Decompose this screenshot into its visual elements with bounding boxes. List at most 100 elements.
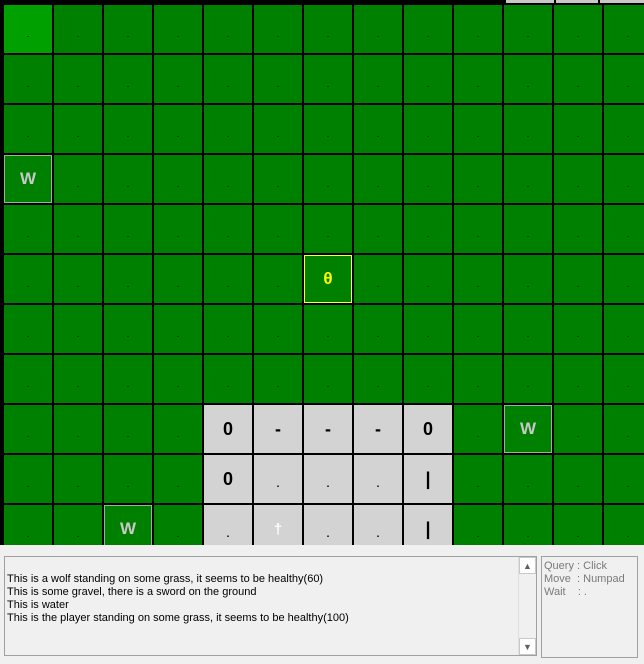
grass-tile[interactable]: . <box>154 105 202 153</box>
wolf-tile[interactable]: W <box>104 505 152 545</box>
grass-tile[interactable]: . <box>204 205 252 253</box>
grass-tile[interactable]: . <box>104 455 152 503</box>
grass-tile[interactable]: . <box>404 155 452 203</box>
grass-tile[interactable]: . <box>354 355 402 403</box>
grass-tile[interactable]: . <box>354 5 402 53</box>
gravel-tile[interactable]: . <box>304 455 352 503</box>
gravel-tile[interactable]: . <box>304 505 352 545</box>
grass-tile[interactable]: . <box>604 155 644 203</box>
grass-tile[interactable]: . <box>104 355 152 403</box>
grass-tile[interactable]: . <box>504 505 552 545</box>
grass-tile[interactable]: . <box>204 105 252 153</box>
grass-tile[interactable]: . <box>454 5 502 53</box>
grass-tile[interactable]: . <box>154 505 202 545</box>
grass-tile[interactable]: . <box>604 305 644 353</box>
grass-tile[interactable]: . <box>354 305 402 353</box>
gravel-wall-tile[interactable]: - <box>254 405 302 453</box>
grass-tile[interactable]: . <box>604 505 644 545</box>
grass-tile[interactable]: . <box>604 255 644 303</box>
gravel-tile[interactable]: . <box>204 505 252 545</box>
grass-tile[interactable]: . <box>104 105 152 153</box>
grass-tile[interactable]: . <box>204 155 252 203</box>
grass-tile[interactable]: . <box>454 255 502 303</box>
grass-tile[interactable]: . <box>204 355 252 403</box>
message-log[interactable]: This is a wolf standing on some grass, i… <box>4 556 537 656</box>
grass-tile[interactable]: . <box>4 105 52 153</box>
grass-tile[interactable]: . <box>254 305 302 353</box>
gravel-wall-tile[interactable]: - <box>354 405 402 453</box>
grass-tile[interactable]: . <box>554 55 602 103</box>
gravel-wall-tile[interactable]: | <box>404 455 452 503</box>
grass-tile[interactable]: . <box>554 405 602 453</box>
grass-tile[interactable]: . <box>504 55 552 103</box>
gravel-tile[interactable]: . <box>354 505 402 545</box>
grass-tile[interactable]: . <box>604 355 644 403</box>
grass-tile[interactable]: . <box>404 205 452 253</box>
grass-tile[interactable]: . <box>454 55 502 103</box>
grass-tile[interactable]: . <box>504 105 552 153</box>
grass-tile[interactable]: . <box>154 205 202 253</box>
grass-tile[interactable]: . <box>204 55 252 103</box>
grass-tile[interactable]: . <box>54 505 102 545</box>
grass-tile[interactable]: . <box>554 505 602 545</box>
grass-tile[interactable]: . <box>154 55 202 103</box>
grass-tile[interactable]: . <box>254 105 302 153</box>
grass-tile[interactable]: . <box>54 155 102 203</box>
grass-tile[interactable]: . <box>604 105 644 153</box>
gravel-tile[interactable]: . <box>254 455 302 503</box>
grass-tile[interactable]: . <box>454 405 502 453</box>
grass-tile[interactable]: . <box>604 405 644 453</box>
grass-tile[interactable]: . <box>4 505 52 545</box>
grass-tile[interactable]: . <box>554 5 602 53</box>
grass-tile[interactable]: . <box>54 205 102 253</box>
grass-tile[interactable]: . <box>404 355 452 403</box>
grass-tile[interactable]: . <box>604 5 644 53</box>
grass-tile[interactable]: . <box>504 5 552 53</box>
grass-tile[interactable]: . <box>354 155 402 203</box>
grass-tile[interactable]: . <box>154 255 202 303</box>
player-tile[interactable]: θ <box>304 255 352 303</box>
scroll-up-icon[interactable]: ▲ <box>519 557 536 574</box>
grass-tile[interactable]: . <box>454 505 502 545</box>
grass-tile[interactable]: . <box>504 155 552 203</box>
grass-tile[interactable]: . <box>254 205 302 253</box>
grass-tile[interactable]: . <box>4 305 52 353</box>
grass-tile[interactable]: . <box>254 55 302 103</box>
wolf-tile[interactable]: W <box>4 155 52 203</box>
log-scrollbar[interactable]: ▲ ▼ <box>518 557 536 655</box>
grass-tile[interactable]: . <box>404 305 452 353</box>
grass-tile[interactable]: . <box>304 5 352 53</box>
grass-tile[interactable]: . <box>54 455 102 503</box>
grass-tile[interactable]: . <box>154 155 202 203</box>
grass-tile[interactable]: . <box>304 55 352 103</box>
grass-tile[interactable]: . <box>54 355 102 403</box>
game-map[interactable]: ....................................... W… <box>0 4 644 545</box>
grass-tile[interactable]: . <box>354 55 402 103</box>
grass-tile[interactable]: . <box>354 255 402 303</box>
grass-tile[interactable]: . <box>104 155 152 203</box>
grass-tile[interactable]: . <box>104 55 152 103</box>
grass-tile[interactable]: . <box>154 405 202 453</box>
grass-tile[interactable]: . <box>204 255 252 303</box>
grass-tile[interactable]: . <box>54 105 102 153</box>
grass-tile[interactable]: . <box>604 205 644 253</box>
grass-tile[interactable]: . <box>304 105 352 153</box>
grass-tile[interactable]: . <box>304 205 352 253</box>
grass-tile[interactable]: . <box>104 5 152 53</box>
grass-tile[interactable]: . <box>404 255 452 303</box>
grass-tile[interactable]: . <box>354 205 402 253</box>
grass-tile[interactable]: . <box>104 255 152 303</box>
grass-tile[interactable]: . <box>554 205 602 253</box>
grass-tile[interactable]: . <box>504 355 552 403</box>
grass-tile[interactable]: . <box>104 205 152 253</box>
grass-tile[interactable]: . <box>4 405 52 453</box>
grass-tile[interactable]: . <box>204 5 252 53</box>
sword-tile[interactable]: † <box>254 505 302 545</box>
gravel-wall-tile[interactable]: - <box>304 405 352 453</box>
grass-tile[interactable]: . <box>454 205 502 253</box>
grass-tile[interactable]: . <box>4 255 52 303</box>
grass-tile[interactable]: . <box>604 455 644 503</box>
grass-tile[interactable]: . <box>154 305 202 353</box>
grass-tile[interactable]: . <box>554 155 602 203</box>
gravel-post-tile[interactable]: 0 <box>404 405 452 453</box>
